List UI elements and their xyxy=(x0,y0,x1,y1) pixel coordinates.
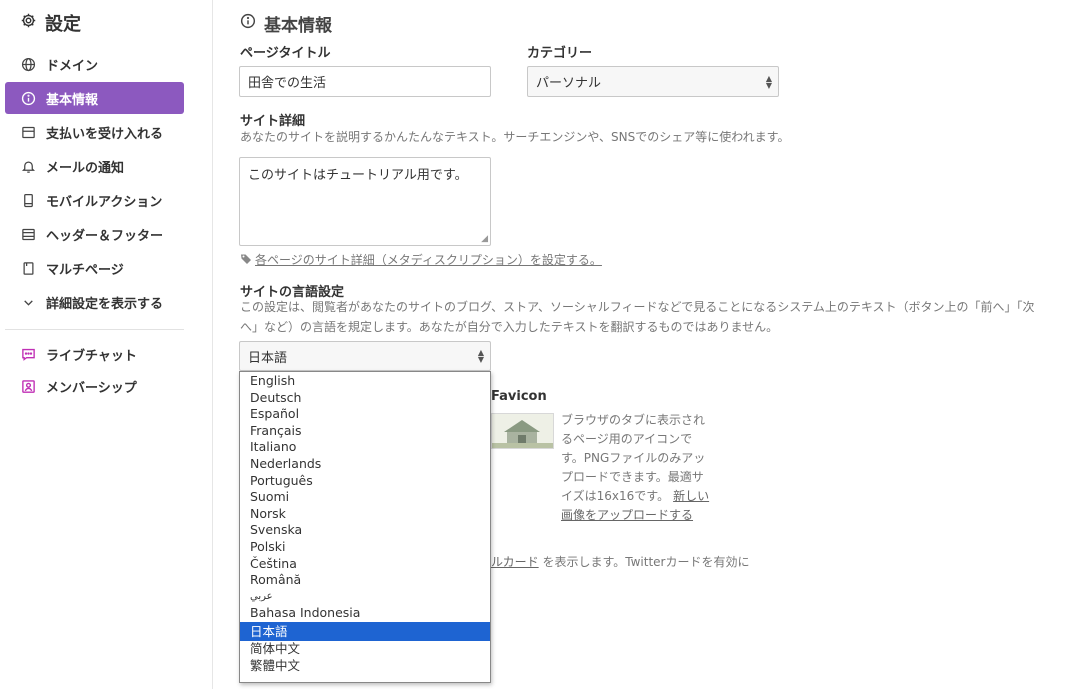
header-footer-icon xyxy=(20,226,36,242)
sidebar-item-label: 基本情報 xyxy=(46,92,99,108)
sidebar-item-label: ライブチャット xyxy=(46,348,137,364)
language-option[interactable]: Italiano xyxy=(240,439,490,456)
site-detail-description: あなたのサイトを説明するかんたんなテキスト。サーチエンジンや、SNSでのシェア等… xyxy=(240,130,790,144)
sidebar-item-header-footer[interactable]: ヘッダー＆フッター xyxy=(5,218,184,250)
language-option[interactable]: Português xyxy=(240,473,490,490)
resize-handle-icon[interactable]: ◢ xyxy=(481,234,488,244)
language-option[interactable]: Čeština xyxy=(240,556,490,573)
category-select[interactable]: パーソナル ▲ ▼ xyxy=(527,66,779,97)
favicon-description: ブラウザのタブに表示され るページ用のアイコンで す。PNGファイルのみアッ プ… xyxy=(561,411,721,525)
favicon-desc-line: イズは16x16です。 新しい xyxy=(561,487,721,506)
language-option[interactable]: Norsk xyxy=(240,506,490,523)
sidebar-item-label: ドメイン xyxy=(46,58,99,74)
sidebar-item-live-chat[interactable]: ライブチャット xyxy=(5,338,184,370)
sidebar-item-payments[interactable]: 支払いを受け入れる xyxy=(5,116,184,148)
pages-icon xyxy=(20,260,36,276)
language-dropdown-list[interactable]: English Deutsch Español Français Italiano Ned… xyxy=(239,371,491,683)
bell-icon xyxy=(20,158,36,174)
twitter-card-text: を表示します。Twitterカードを有効に xyxy=(538,555,750,569)
member-icon xyxy=(20,378,36,394)
favicon-desc-line: るページ用のアイコンで xyxy=(561,432,693,446)
language-option[interactable]: 繁體中文 xyxy=(240,658,490,675)
language-description-line-1: この設定は、閲覧者があなたのサイトのブログ、ストア、ソーシャルフィードなどで見る… xyxy=(240,300,1035,314)
sidebar: 設定 ドメイン 基本情報 支払いを受け入れる メールの通知 モバイルアクション xyxy=(0,0,213,689)
gear-icon xyxy=(20,12,37,34)
sidebar-item-label: 支払いを受け入れる xyxy=(46,126,164,142)
sidebar-item-basic-info[interactable]: 基本情報 xyxy=(5,82,184,114)
site-detail-textarea[interactable]: このサイトはチュートリアル用です。 ◢ xyxy=(239,157,491,246)
favicon-label: Favicon xyxy=(491,389,547,404)
sidebar-item-label: メンバーシップ xyxy=(46,380,137,396)
language-option[interactable]: Română xyxy=(240,572,490,589)
language-select[interactable]: 日本語 ▲ ▼ xyxy=(239,341,491,371)
settings-title: 設定 xyxy=(20,10,81,36)
language-option[interactable]: Nederlands xyxy=(240,456,490,473)
section-heading: 基本情報 xyxy=(240,12,332,36)
sidebar-item-multipage[interactable]: マルチページ xyxy=(5,252,184,284)
twitter-card-row: ルカード を表示します。Twitterカードを有効に xyxy=(491,553,749,572)
globe-icon xyxy=(20,56,36,72)
page-title-input[interactable]: 田舎での生活 xyxy=(239,66,491,97)
sidebar-item-email-notifications[interactable]: メールの通知 xyxy=(5,150,184,182)
page-title-value: 田舎での生活 xyxy=(248,76,327,91)
tag-icon xyxy=(240,250,252,269)
site-detail-value: このサイトはチュートリアル用です。 xyxy=(248,168,468,183)
favicon-desc-line: す。PNGファイルのみアッ xyxy=(561,451,706,465)
sidebar-item-label: マルチページ xyxy=(46,262,124,278)
sidebar-item-show-advanced[interactable]: 詳細設定を表示する xyxy=(5,286,184,318)
credit-card-icon xyxy=(20,124,36,140)
language-value: 日本語 xyxy=(248,350,288,366)
sidebar-divider xyxy=(5,329,184,330)
language-option[interactable]: عربي xyxy=(240,589,490,606)
select-arrows-icon: ▲ ▼ xyxy=(477,348,484,364)
select-arrows-icon: ▲ ▼ xyxy=(765,73,772,90)
sidebar-item-label: メールの通知 xyxy=(46,160,125,176)
upload-image-link-2[interactable]: 画像をアップロードする xyxy=(561,506,721,525)
category-label: カテゴリー xyxy=(527,46,593,61)
favicon-desc-line: プロードできます。最適サ xyxy=(561,470,704,484)
chat-icon xyxy=(20,346,36,362)
language-option[interactable]: English xyxy=(240,373,490,390)
language-option[interactable]: Svenska xyxy=(240,522,490,539)
language-option[interactable]: 日本語 xyxy=(240,621,490,641)
page-title-label: ページタイトル xyxy=(240,46,331,61)
language-option[interactable]: Español xyxy=(240,406,490,423)
settings-title-text: 設定 xyxy=(45,14,81,35)
language-option[interactable]: Suomi xyxy=(240,489,490,506)
section-heading-text: 基本情報 xyxy=(264,15,332,36)
sidebar-item-label: モバイルアクション xyxy=(46,194,163,210)
info-icon xyxy=(20,90,36,106)
upload-image-link[interactable]: 新しい xyxy=(673,489,709,503)
info-icon xyxy=(240,13,256,34)
language-option[interactable]: 简体中文 xyxy=(240,641,490,658)
sidebar-item-domain[interactable]: ドメイン xyxy=(5,48,184,80)
twitter-card-link[interactable]: ルカード xyxy=(491,555,539,569)
category-value: パーソナル xyxy=(536,76,602,91)
sidebar-item-membership[interactable]: メンバーシップ xyxy=(5,370,184,402)
mobile-icon xyxy=(20,192,36,208)
meta-description-link-row: 各ページのサイト詳細（メタディスクリプション）を設定する。 xyxy=(240,250,602,269)
meta-description-link[interactable]: 各ページのサイト詳細（メタディスクリプション）を設定する。 xyxy=(255,251,602,268)
language-option[interactable]: Français xyxy=(240,423,490,440)
favicon-preview-image xyxy=(491,413,554,449)
sidebar-item-label: ヘッダー＆フッター xyxy=(46,228,164,244)
sidebar-item-mobile-actions[interactable]: モバイルアクション xyxy=(5,184,184,216)
favicon-desc-line: ブラウザのタブに表示され xyxy=(561,413,706,427)
barn-image-icon xyxy=(492,414,553,448)
chevron-down-icon xyxy=(20,294,36,310)
favicon-desc-text: イズは16x16です。 xyxy=(561,489,670,503)
sidebar-item-label: 詳細設定を表示する xyxy=(46,296,164,312)
language-option[interactable]: Bahasa Indonesia xyxy=(240,605,490,622)
language-option[interactable]: Deutsch xyxy=(240,390,490,407)
language-description-line-2: へ」など）の言語を規定します。あなたが自分で入力したテキストを翻訳するものではあ… xyxy=(240,320,779,334)
language-option[interactable]: Polski xyxy=(240,539,490,556)
